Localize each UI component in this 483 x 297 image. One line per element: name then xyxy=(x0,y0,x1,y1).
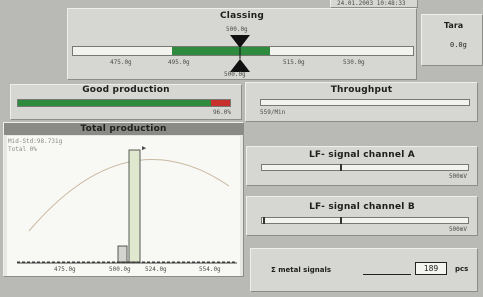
tara-label: Tara xyxy=(444,21,464,30)
classing-scale-label-1: 475.0g xyxy=(110,59,132,66)
total-production-panel: Total production Mid-Std:98.731g Total 0… xyxy=(3,122,244,277)
good-production-title: Good production xyxy=(82,85,170,95)
throughput-bar xyxy=(260,99,470,106)
metal-signals-value[interactable]: 189 xyxy=(415,262,447,275)
metal-signals-label: Σ metal signals xyxy=(271,266,332,274)
histogram-bar-peak xyxy=(128,149,141,263)
classing-scale-label-4: 530.0g xyxy=(343,59,365,66)
total-production-title: Total production xyxy=(80,124,167,134)
lf-channel-b-level-marker xyxy=(340,217,343,224)
throughput-panel: Throughput 559/Min xyxy=(245,82,478,122)
good-production-panel: Good production 96.0% xyxy=(10,84,242,120)
lf-channel-a-bar xyxy=(261,164,469,171)
setpoint-marker-icon xyxy=(230,35,250,72)
metal-signals-underline xyxy=(363,274,411,275)
lf-channel-b-bar xyxy=(261,217,469,224)
classing-setpoint-top: 500.0g xyxy=(226,26,248,33)
lf-channel-a-unit: 500mV xyxy=(448,173,467,180)
good-production-reject-fill xyxy=(210,100,230,106)
classing-panel: Classing 500.0g 475.0g 495.0g 515.0g 530… xyxy=(67,8,417,80)
throughput-title: Throughput xyxy=(330,85,393,95)
good-production-bar xyxy=(17,99,231,107)
lf-channel-b-unit: 500mV xyxy=(448,226,467,233)
lf-channel-b-start-marker xyxy=(263,217,265,224)
lf-channel-a-panel: LF- signal channel A 500mV xyxy=(246,146,478,186)
lf-channel-b-panel: LF- signal channel B 500mV xyxy=(246,196,478,236)
histogram-x-label-2: 500.0g xyxy=(109,266,131,273)
lf-channel-b-title: LF- signal channel B xyxy=(309,202,415,212)
classing-title: Classing xyxy=(219,11,264,21)
lf-channel-a-level-marker xyxy=(340,164,343,171)
metal-signals-panel: Σ metal signals 189 pcs xyxy=(250,248,478,292)
classing-accept-band xyxy=(171,47,271,55)
metal-signals-unit: pcs xyxy=(455,265,469,273)
tara-panel[interactable]: Tara 0.0g xyxy=(421,14,483,66)
histogram-x-label-3: 524.0g xyxy=(145,266,167,273)
throughput-unit: 559/Min xyxy=(260,109,286,116)
classing-scale-label-2: 495.0g xyxy=(168,59,190,66)
lf-channel-a-title: LF- signal channel A xyxy=(309,150,415,160)
classing-setpoint-bottom: 500.0g xyxy=(224,71,246,78)
histogram-bar-small xyxy=(117,245,128,263)
datetime-text: 24.01.2003 10:48:33 xyxy=(337,0,406,7)
good-production-good-fill xyxy=(18,100,211,106)
good-production-value: 96.0% xyxy=(212,109,231,116)
histogram-x-label-1: 475.0g xyxy=(54,266,76,273)
histogram-chart xyxy=(17,149,237,264)
peak-marker-icon: ▶ xyxy=(142,144,147,152)
tara-value: 0.0g xyxy=(450,41,467,49)
classing-scale-label-3: 515.0g xyxy=(283,59,305,66)
histogram-x-label-4: 554.0g xyxy=(199,266,221,273)
datetime-panel: 24.01.2003 10:48:33 xyxy=(330,0,418,8)
